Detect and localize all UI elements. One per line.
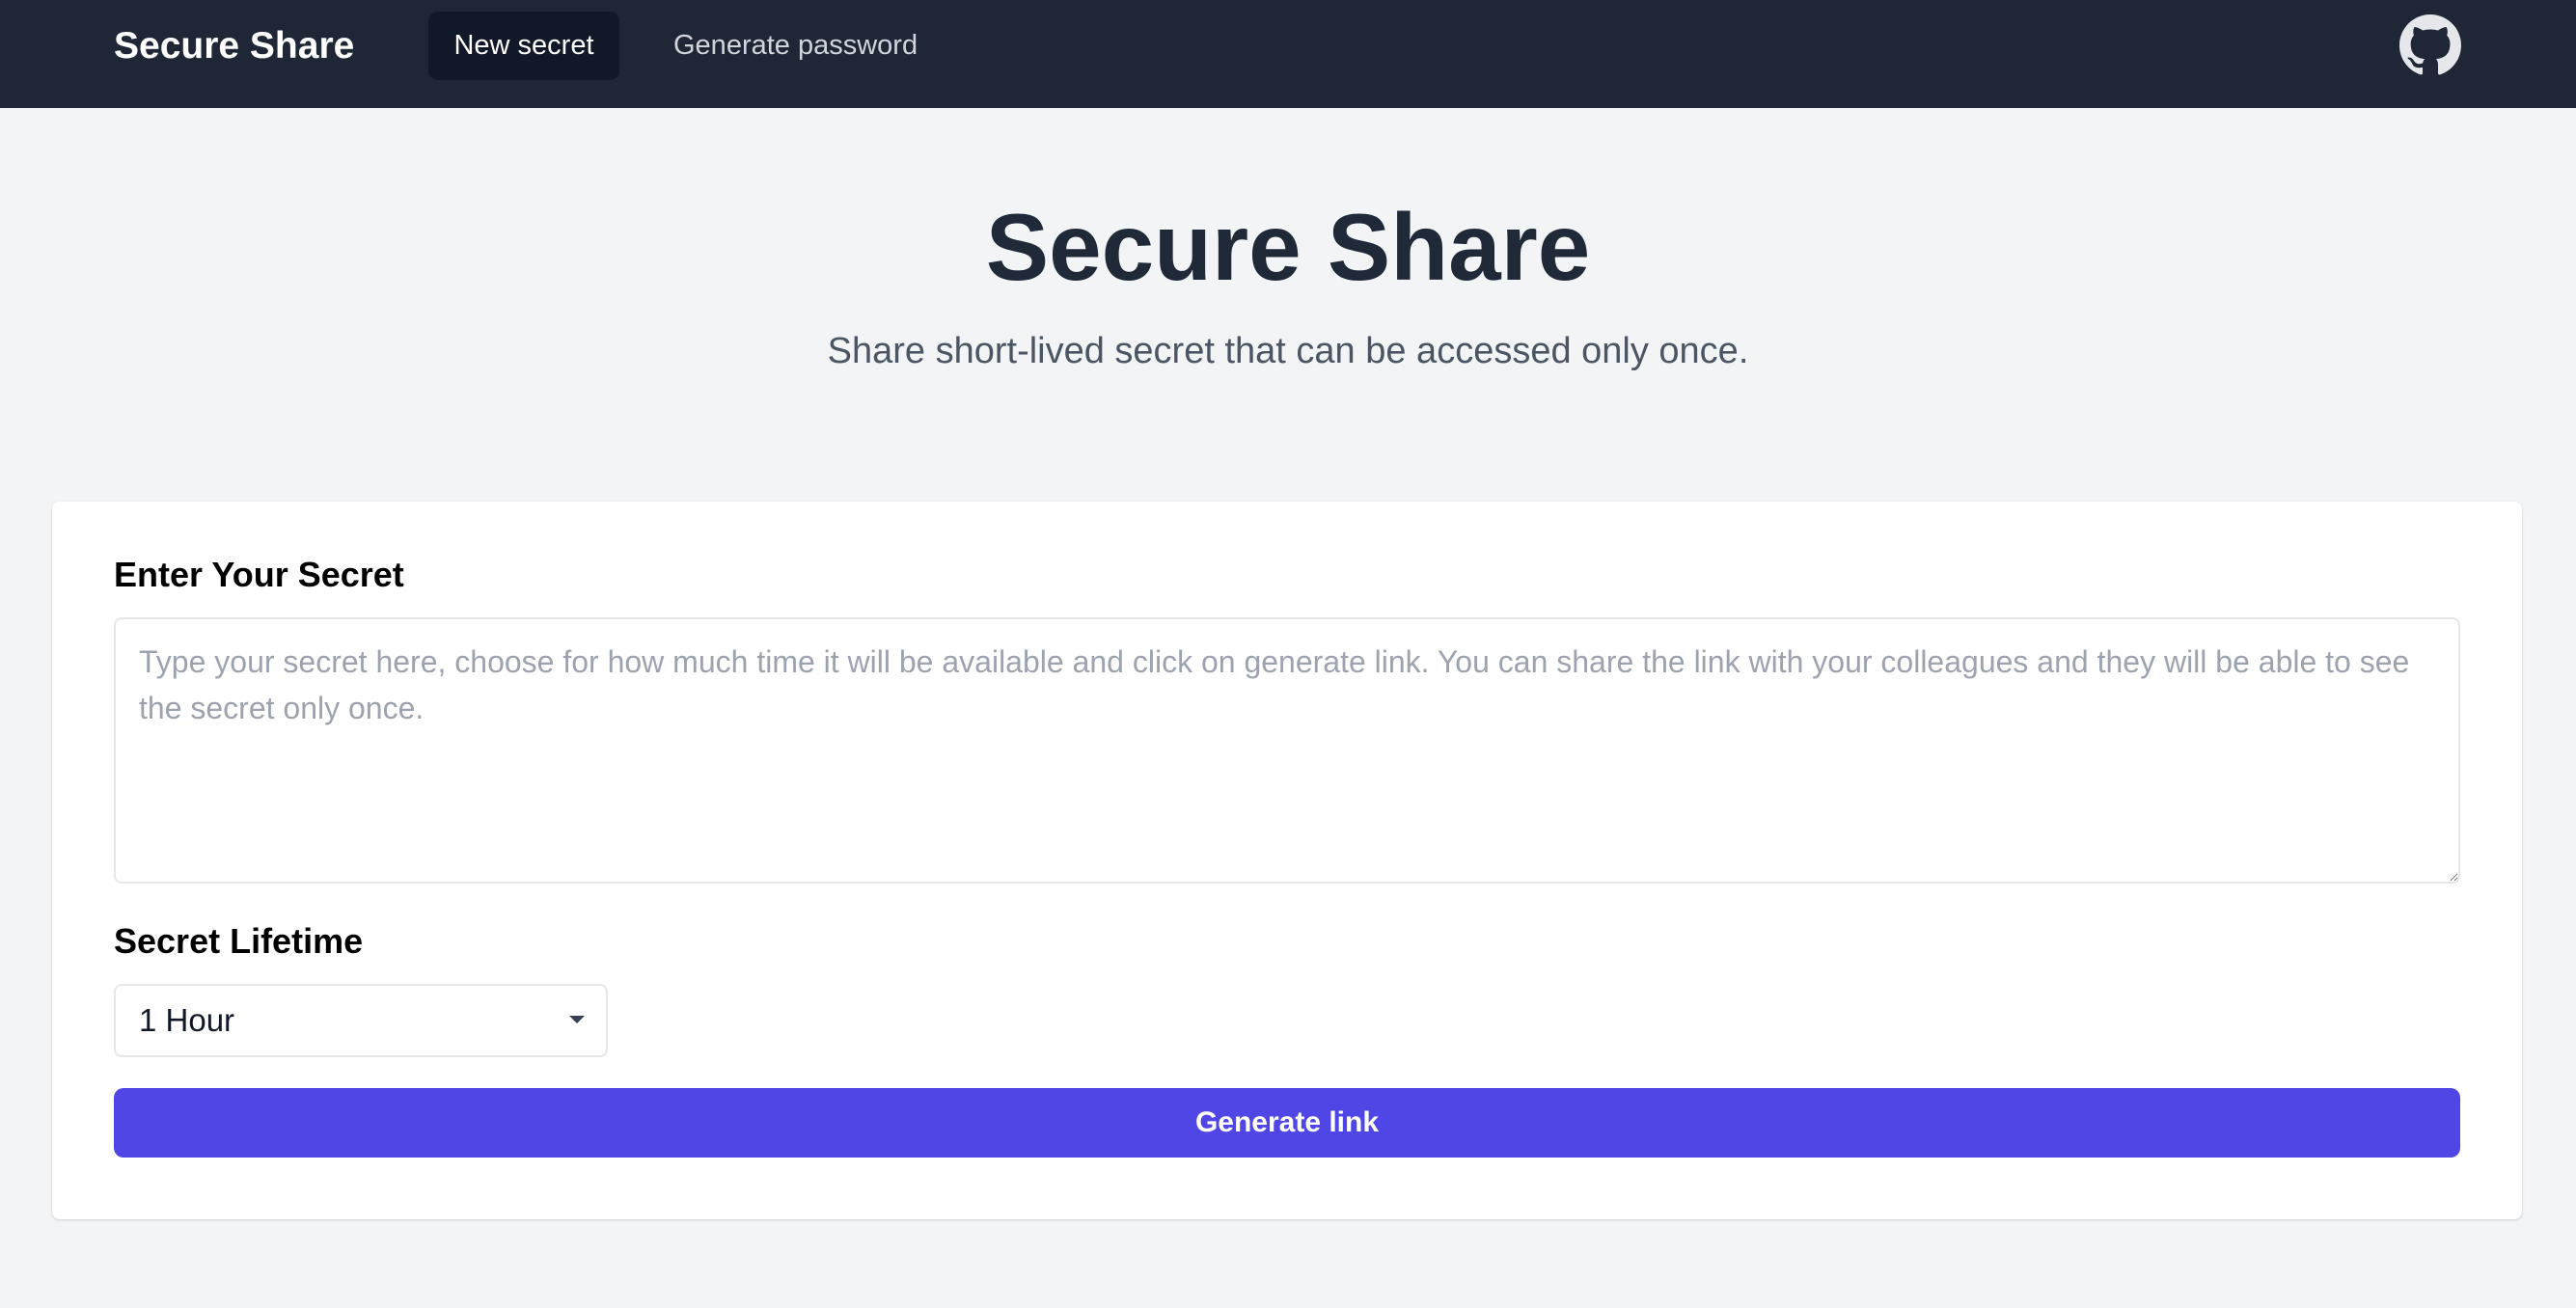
secret-field-label: Enter Your Secret (114, 555, 404, 594)
secret-textarea[interactable] (114, 617, 2460, 884)
nav-new-secret[interactable]: New secret (428, 12, 619, 80)
lifetime-field-label: Secret Lifetime (114, 921, 364, 961)
page-title: Secure Share (985, 194, 1591, 300)
brand-logo-text[interactable]: Secure Share (114, 25, 354, 68)
github-icon[interactable] (2399, 14, 2461, 76)
chevron-down-icon (569, 1016, 585, 1023)
generate-link-button[interactable]: Generate link (114, 1088, 2460, 1158)
lifetime-select[interactable]: 1 Hour (114, 984, 608, 1057)
top-navbar: Secure Share New secret Generate passwor… (0, 0, 2576, 108)
page-subtitle: Share short-lived secret that can be acc… (827, 331, 1749, 371)
secret-form-card: Enter Your Secret Secret Lifetime 1 Hour… (52, 502, 2522, 1219)
lifetime-selected-value: 1 Hour (139, 1002, 235, 1038)
nav-generate-password[interactable]: Generate password (673, 12, 918, 80)
